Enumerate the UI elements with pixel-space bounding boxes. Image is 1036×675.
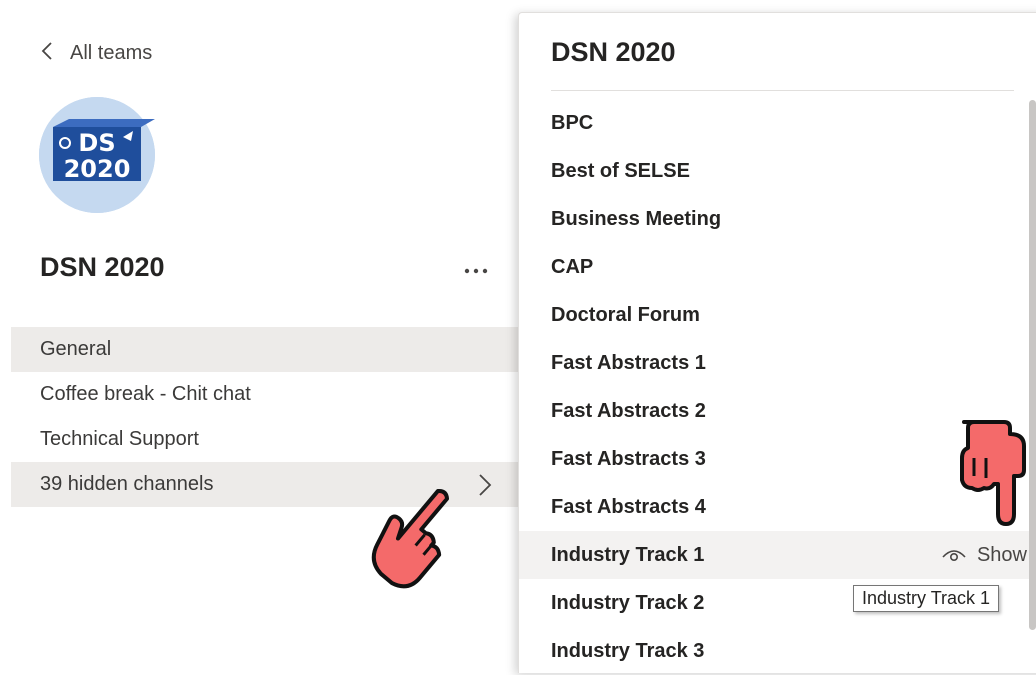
- hidden-channels-label: 39 hidden channels: [40, 473, 214, 495]
- channel-label: Coffee break - Chit chat: [40, 383, 251, 405]
- show-channel-button[interactable]: Show: [941, 544, 1027, 567]
- channel-item-label: BPC: [551, 111, 594, 134]
- channel-item-label: Business Meeting: [551, 207, 722, 230]
- back-to-all-teams-button[interactable]: All teams: [40, 38, 152, 68]
- channel-item-best-of-selse[interactable]: Best of SELSE: [519, 147, 1036, 195]
- hidden-channels-panel: DSN 2020 BPC Best of SELSE Business Meet…: [518, 12, 1036, 673]
- pointing-hand-icon: [371, 488, 450, 589]
- channel-item-fast-abstracts-1[interactable]: Fast Abstracts 1: [519, 339, 1036, 387]
- pointing-hand-down-icon: [960, 420, 1026, 526]
- channel-item-bpc[interactable]: BPC: [519, 99, 1036, 147]
- tooltip: Industry Track 1: [853, 585, 1000, 612]
- team-avatar: DS 2020: [39, 97, 155, 213]
- channel-label: General: [40, 338, 112, 360]
- channel-item-label: CAP: [551, 255, 594, 278]
- channel-item-cap[interactable]: CAP: [519, 243, 1036, 291]
- channel-item-label: Fast Abstracts 2: [551, 399, 706, 422]
- eye-icon: [942, 550, 966, 562]
- logo-text-top: DS: [78, 129, 115, 157]
- team-name: DSN 2020: [40, 252, 165, 282]
- back-label: All teams: [70, 41, 153, 64]
- panel-title: DSN 2020: [551, 37, 676, 67]
- chevron-right-icon: [476, 472, 494, 498]
- channel-item-label: Industry Track 1: [551, 543, 705, 566]
- dsn-logo-icon: DS 2020: [39, 97, 155, 213]
- channel-general[interactable]: General: [11, 327, 518, 372]
- more-options-icon: [464, 268, 488, 274]
- logo-text-bottom: 2020: [64, 155, 131, 183]
- channel-item-label: Fast Abstracts 1: [551, 351, 706, 374]
- channel-item-label: Fast Abstracts 4: [551, 495, 706, 518]
- channel-item-label: Best of SELSE: [551, 159, 690, 182]
- show-label: Show: [976, 543, 1027, 566]
- panel-divider: [551, 90, 1014, 91]
- channel-technical-support[interactable]: Technical Support: [11, 417, 518, 462]
- channel-label: Technical Support: [40, 428, 199, 450]
- channel-item-label: Doctoral Forum: [551, 303, 700, 326]
- channel-item-industry-track-1[interactable]: Industry Track 1 Show: [519, 531, 1036, 579]
- channel-coffee-break[interactable]: Coffee break - Chit chat: [11, 372, 518, 417]
- more-options-button[interactable]: [456, 256, 496, 286]
- chevron-left-icon: [40, 41, 54, 66]
- panel-scrollbar[interactable]: [1029, 100, 1036, 630]
- channel-item-industry-track-3[interactable]: Industry Track 3: [519, 627, 1036, 675]
- channel-item-label: Industry Track 3: [551, 639, 705, 662]
- channel-item-business-meeting[interactable]: Business Meeting: [519, 195, 1036, 243]
- channel-item-label: Industry Track 2: [551, 591, 705, 614]
- channel-item-doctoral-forum[interactable]: Doctoral Forum: [519, 291, 1036, 339]
- channel-item-label: Fast Abstracts 3: [551, 447, 706, 470]
